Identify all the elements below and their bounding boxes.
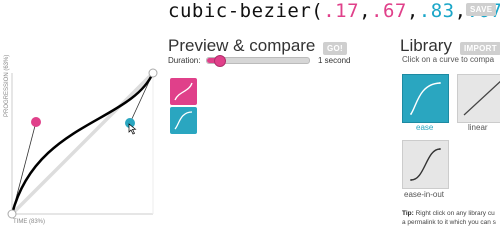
bezier-formula: cubic-bezier(.17,.67,.83,.67) [168,0,500,22]
library-label-ease: ease [416,123,434,132]
function-name: cubic-bezier [168,0,312,22]
library-item-ease-in-out[interactable] [402,140,449,189]
preview-current-curve[interactable] [170,78,197,105]
duration-slider-handle[interactable] [214,55,227,67]
end-point [148,68,158,78]
save-button[interactable]: SAVE [466,3,497,16]
p2x-value: .83 [418,0,455,22]
library-title: Library [400,36,452,55]
x-axis-label: TIME (83%) [13,219,46,225]
y-axis-label: PROGRESSION (63%) [4,54,10,117]
start-point [7,209,17,219]
library-tip: Tip: Right click on any library cu a perm… [402,210,496,226]
ease-curve-thumb-icon [174,111,193,130]
library-hint: Click on a curve to compa [402,55,495,64]
p1x-value: .17 [323,0,360,22]
library-label-ease-in-out: ease-in-out [404,190,445,199]
curve-thumb-icon [174,82,193,101]
ease-curve-icon [410,82,441,115]
p1y-value: .67 [371,0,407,22]
preview-title: Preview & compare [168,36,316,55]
linear-curve-icon [463,80,500,116]
duration-slider[interactable] [206,55,310,67]
library-item-linear[interactable] [457,74,500,123]
preview-compare-curve[interactable] [170,107,197,134]
library-item-ease[interactable] [402,74,449,123]
control-point-p1[interactable] [31,117,41,127]
bezier-canvas[interactable] [0,60,165,230]
go-button[interactable]: GO! [323,42,348,55]
duration-value: 1 second [318,56,351,65]
import-button[interactable]: IMPORT [460,42,500,55]
library-label-linear: linear [468,123,488,132]
duration-label: Duration: [168,56,201,65]
ease-in-out-curve-icon [410,148,441,181]
